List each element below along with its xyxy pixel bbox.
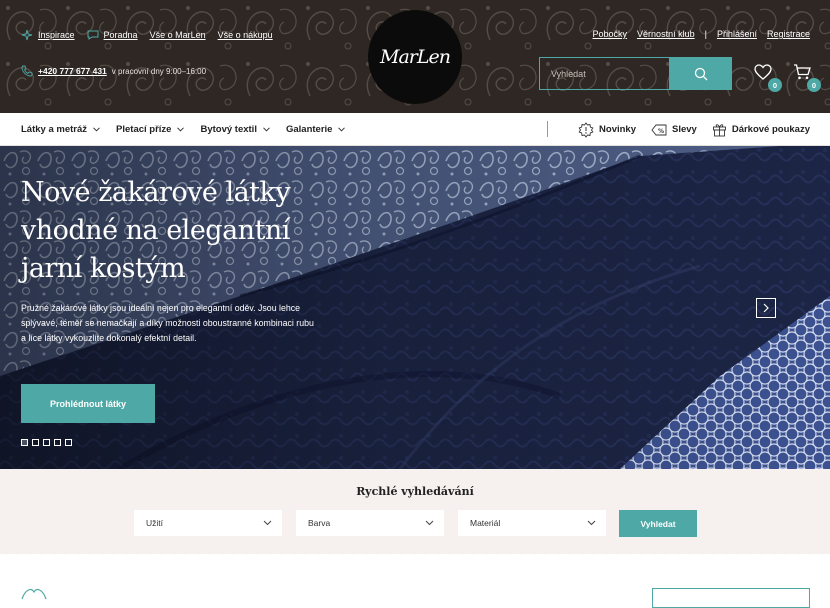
chevron-down-icon — [425, 520, 434, 526]
top-header: Inspirace Poradna Vše o MarLen Vše o nák… — [0, 0, 830, 113]
chevron-down-icon — [587, 520, 596, 526]
top-link-inspirace[interactable]: Inspirace — [21, 29, 75, 41]
wishlist-button[interactable]: 0 — [754, 64, 782, 92]
promo-links: Novinky % Slevy Dárkové poukazy — [578, 113, 810, 146]
top-link-vse-o-nakupu[interactable]: Vše o nákupu — [218, 30, 273, 40]
search-button[interactable] — [670, 57, 732, 90]
chevron-right-icon — [763, 303, 769, 313]
chevron-down-icon — [177, 127, 185, 132]
chat-icon — [87, 30, 99, 40]
slider-dots — [21, 439, 72, 446]
wishlist-count-badge: 0 — [768, 78, 782, 92]
discount-tag-icon: % — [651, 124, 667, 135]
leaf-icon — [21, 589, 47, 600]
cart-button[interactable]: 0 — [793, 64, 821, 92]
nav-item-label: Bytový textil — [200, 124, 257, 135]
register-link[interactable]: Registrace — [767, 29, 810, 39]
quick-search-button[interactable]: Vyhledat — [619, 510, 697, 537]
hero-title: Nové žakárové látky vhodné na elegantní … — [21, 177, 291, 284]
top-link-label: Vše o nákupu — [217, 30, 273, 40]
filter-select-barva[interactable]: Barva — [296, 510, 444, 536]
account-links: Pobočky Věrnostní klub | Přihlášení Regi… — [593, 29, 810, 39]
gift-icon — [712, 124, 726, 137]
nav-item-pletaci-prize[interactable]: Pletací příze — [116, 124, 185, 135]
cart-count-badge: 0 — [807, 78, 821, 92]
slider-dot[interactable] — [21, 439, 28, 446]
heart-icon — [754, 64, 772, 80]
top-links: Inspirace Poradna Vše o MarLen Vše o nák… — [21, 29, 273, 41]
search-bar — [539, 57, 732, 90]
chevron-down-icon — [263, 520, 272, 526]
nav-item-label: Slevy — [672, 124, 697, 135]
filter-select-uziti[interactable]: Užití — [134, 510, 282, 536]
hero-banner: Nové žakárové látky vhodné na elegantní … — [0, 146, 830, 469]
category-menu: Látky a metráž Pletací příze Bytový text… — [21, 113, 346, 146]
quick-search-section: Rychlé vyhledávání Užití Barva Materiál … — [0, 469, 830, 554]
nav-item-darkove-poukazy[interactable]: Dárkové poukazy — [712, 122, 810, 137]
top-link-label: Inspirace — [38, 30, 75, 40]
nav-item-label: Pletací příze — [116, 124, 172, 135]
select-value: Barva — [308, 518, 331, 528]
outlined-button[interactable] — [652, 588, 810, 608]
top-link-poradna[interactable]: Poradna — [87, 29, 138, 41]
opening-hours: v pracovní dny 9:00–16:00 — [111, 66, 207, 76]
slider-next-button[interactable] — [756, 298, 776, 318]
chevron-down-icon — [338, 127, 346, 132]
phone-number[interactable]: +420 777 677 431 — [38, 66, 107, 76]
slider-dot[interactable] — [65, 439, 72, 446]
nav-item-latky[interactable]: Látky a metráž — [21, 124, 100, 135]
main-navigation: Látky a metráž Pletací příze Bytový text… — [0, 113, 830, 146]
quick-search-title: Rychlé vyhledávání — [356, 485, 474, 498]
scalloped-edge — [0, 548, 830, 558]
svg-text:%: % — [658, 128, 664, 135]
sparkle-icon — [21, 29, 33, 41]
new-badge-icon — [578, 121, 594, 138]
top-link-vse-o-marlen[interactable]: Vše o MarLen — [150, 30, 206, 40]
filter-select-material[interactable]: Materiál — [458, 510, 606, 536]
browse-fabrics-button[interactable]: Prohlédnout látky — [21, 384, 155, 423]
top-link-label: Poradna — [103, 30, 138, 40]
branches-link[interactable]: Pobočky — [593, 29, 628, 39]
nav-divider — [547, 121, 548, 137]
chevron-down-icon — [93, 127, 100, 132]
slider-dot[interactable] — [32, 439, 39, 446]
logo[interactable]: MarLen — [368, 10, 462, 104]
select-value: Materiál — [470, 518, 501, 528]
nav-item-galanterie[interactable]: Galanterie — [285, 124, 346, 135]
slider-dot[interactable] — [54, 439, 61, 446]
top-link-label: Vše o MarLen — [149, 30, 206, 40]
nav-item-slevy[interactable]: % Slevy — [651, 123, 697, 137]
hero-description: Pružné žakárové látky jsou ideální nejen… — [21, 303, 314, 343]
separator: | — [704, 29, 707, 39]
nav-item-label: Dárkové poukazy — [731, 124, 810, 135]
nav-item-label: Galanterie — [285, 124, 333, 135]
nav-item-label: Látky a metráž — [21, 124, 88, 135]
search-input[interactable] — [539, 57, 670, 90]
cart-icon — [794, 64, 811, 80]
phone-row: +420 777 677 431 v pracovní dny 9:00–16:… — [21, 65, 206, 77]
search-icon — [694, 67, 708, 80]
select-value: Užití — [146, 518, 163, 528]
nav-item-bytovy-textil[interactable]: Bytový textil — [200, 124, 270, 135]
login-link[interactable]: Přihlášení — [717, 29, 757, 39]
loyalty-club-link[interactable]: Věrnostní klub — [637, 29, 695, 39]
phone-icon — [21, 65, 33, 77]
nav-item-label: Novinky — [599, 124, 637, 135]
logo-text: MarLen — [380, 46, 451, 68]
slider-dot[interactable] — [43, 439, 50, 446]
nav-item-novinky[interactable]: Novinky — [578, 121, 637, 138]
chevron-down-icon — [263, 127, 270, 132]
